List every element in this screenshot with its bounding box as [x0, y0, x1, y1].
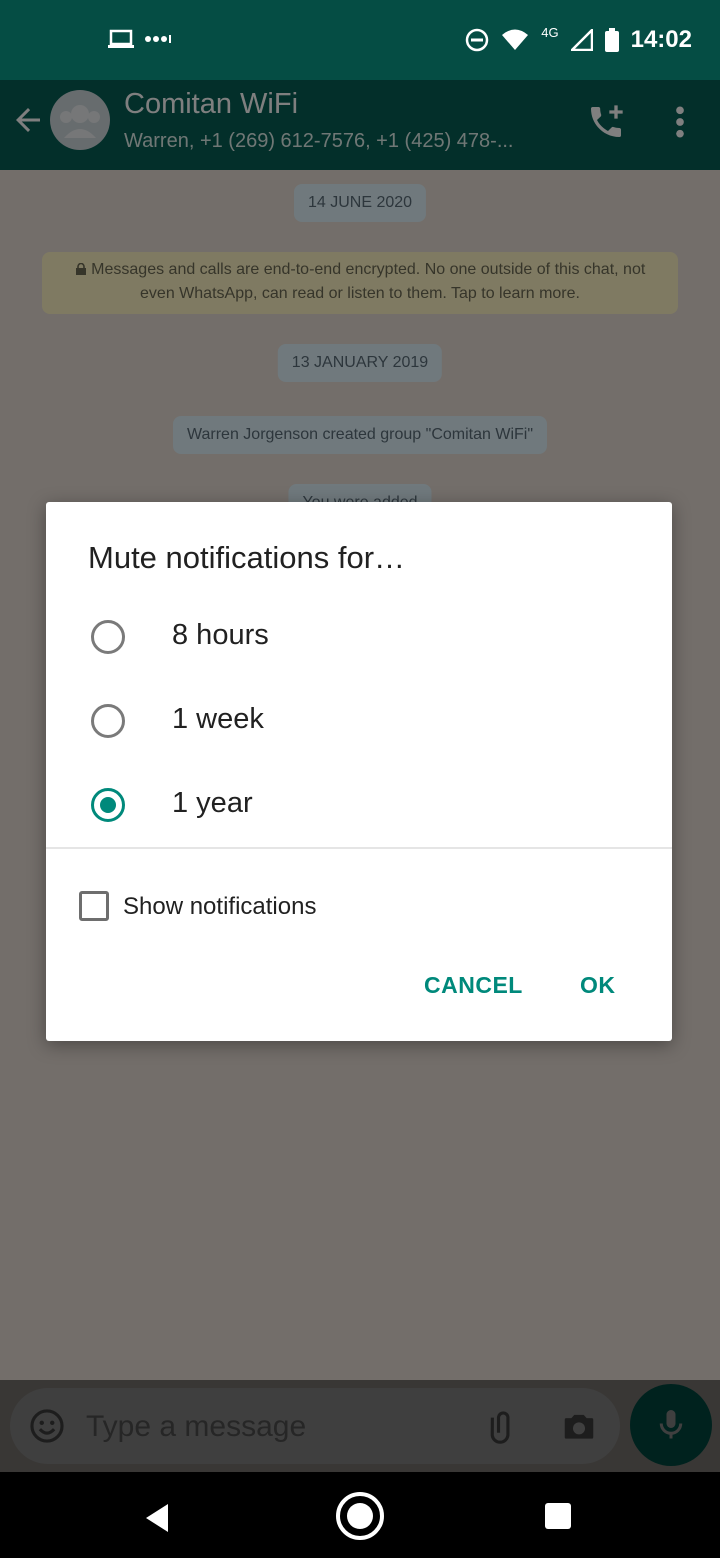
- mute-option-1-week[interactable]: 1 week: [46, 687, 672, 757]
- status-bar: 4G 14:02: [0, 0, 720, 80]
- signal-icon: [570, 29, 593, 51]
- mute-notifications-dialog: Mute notifications for… 8 hours 1 week 1…: [46, 502, 672, 1041]
- dialog-title: Mute notifications for…: [88, 540, 406, 575]
- nav-back-button[interactable]: [138, 1498, 178, 1538]
- option-label: 8 hours: [172, 619, 269, 651]
- ok-button[interactable]: OK: [580, 972, 616, 999]
- battery-icon: [604, 28, 619, 52]
- network-label: 4G: [541, 24, 559, 40]
- show-notifications-row[interactable]: Show notifications: [46, 882, 672, 930]
- radio-button[interactable]: [91, 620, 125, 654]
- option-label: 1 week: [172, 703, 264, 735]
- dots-icon: [145, 35, 171, 43]
- laptop-icon: [108, 29, 134, 48]
- clock: 14:02: [630, 26, 692, 53]
- dnd-icon: [466, 28, 489, 52]
- nav-recents-button[interactable]: [544, 1502, 572, 1530]
- mute-option-1-year[interactable]: 1 year: [46, 771, 672, 841]
- triangle-back-icon: [146, 1504, 168, 1532]
- square-recents-icon: [545, 1503, 571, 1529]
- checkbox-label: Show notifications: [123, 893, 317, 920]
- system-navigation-bar: [0, 1472, 720, 1558]
- mute-option-8-hours[interactable]: 8 hours: [46, 603, 672, 673]
- nav-home-button[interactable]: [334, 1490, 386, 1542]
- home-circle-icon: [336, 1492, 384, 1540]
- wifi-icon: [502, 29, 529, 50]
- show-notifications-checkbox[interactable]: [79, 891, 109, 921]
- cancel-button[interactable]: CANCEL: [424, 972, 523, 999]
- radio-button-selected[interactable]: [91, 788, 125, 822]
- divider: [46, 847, 672, 849]
- radio-button[interactable]: [91, 704, 125, 738]
- option-label: 1 year: [172, 787, 253, 819]
